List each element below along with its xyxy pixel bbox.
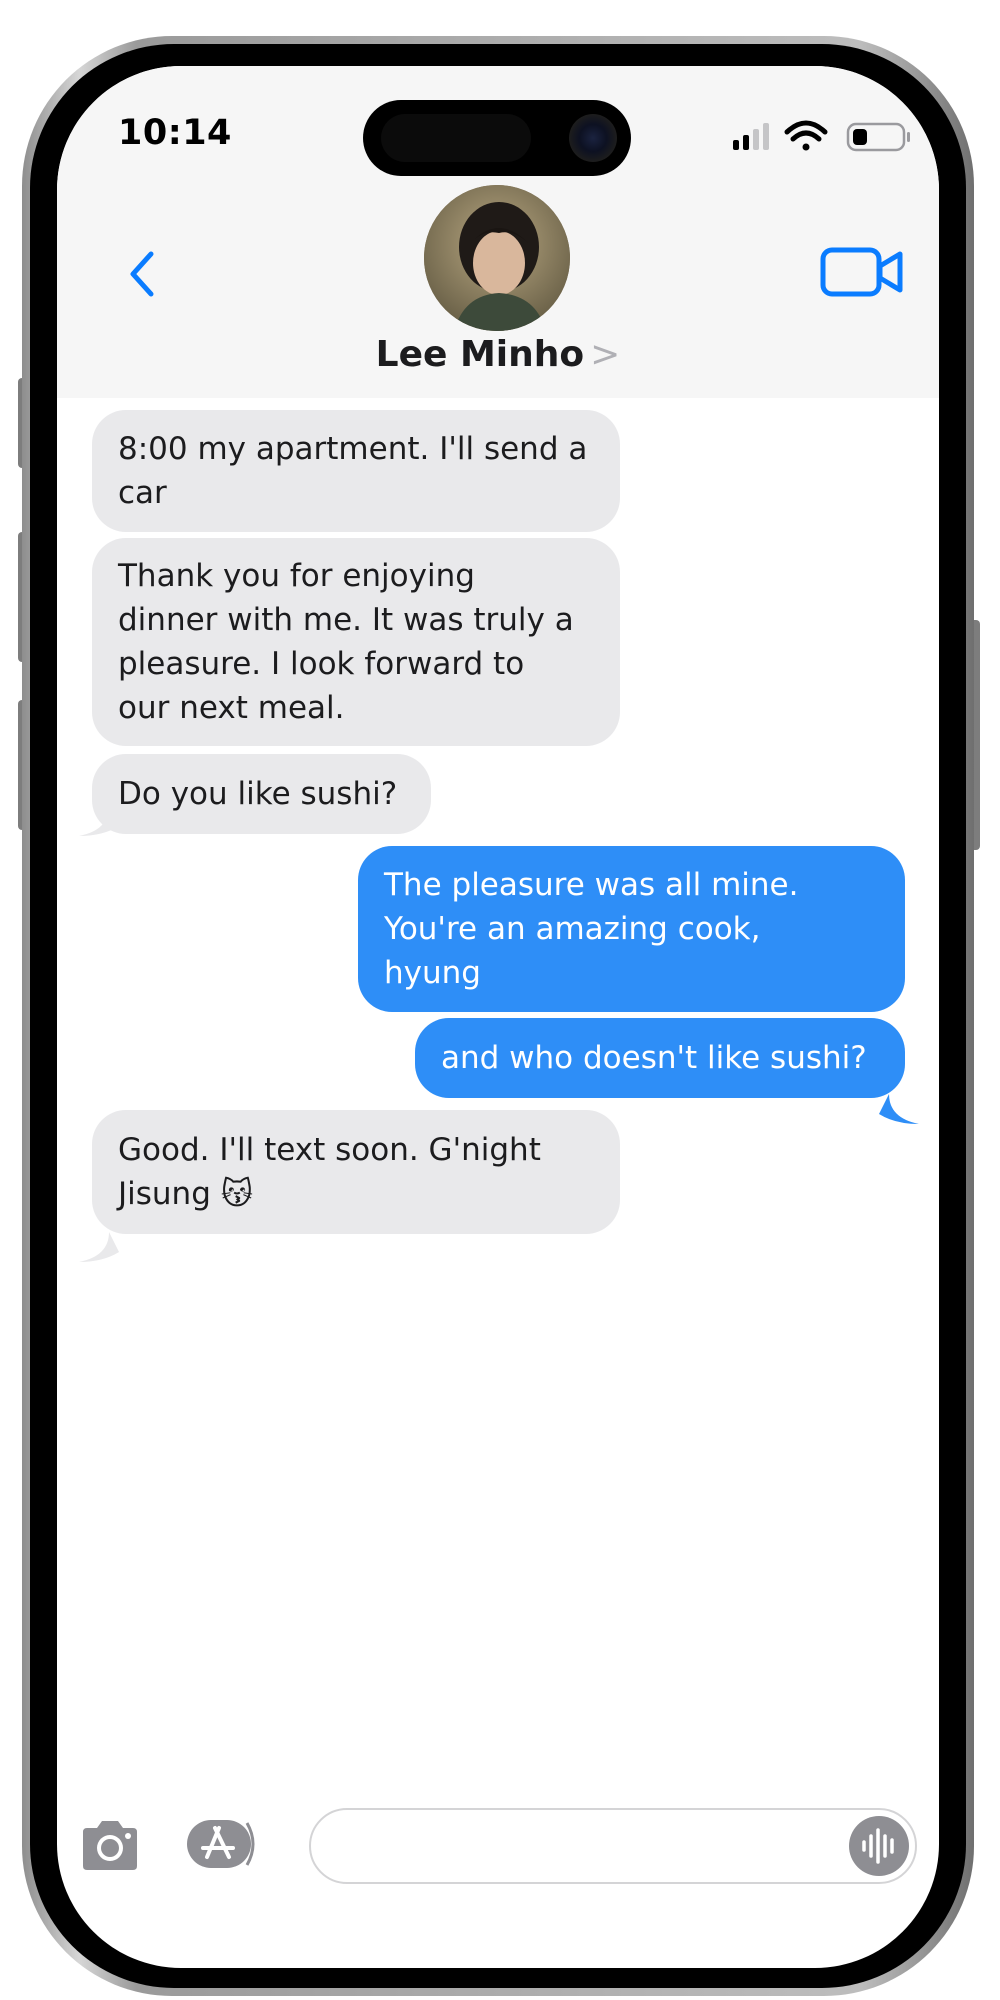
status-time: 10:14 bbox=[118, 113, 232, 153]
message-line: Do you like sushi? bbox=[118, 776, 398, 812]
island-sensor bbox=[381, 114, 531, 162]
contact-name: Lee Minho bbox=[375, 334, 585, 375]
cellular-signal-icon bbox=[733, 123, 769, 150]
contact-name-button[interactable]: Lee Minho > bbox=[57, 334, 939, 375]
dynamic-island bbox=[363, 100, 631, 176]
message-line: Thank you for enjoying bbox=[118, 558, 475, 594]
message-line: car bbox=[118, 475, 167, 511]
message-bubble-outgoing[interactable]: and who doesn't like sushi? bbox=[415, 1018, 905, 1098]
message-line: pleasure. I look forward to bbox=[118, 646, 525, 682]
message-text: and who doesn't like sushi? bbox=[441, 1036, 867, 1080]
battery-icon bbox=[846, 122, 910, 152]
back-chevron-icon[interactable] bbox=[117, 244, 169, 304]
message-input[interactable] bbox=[309, 1808, 917, 1884]
message-text: Good. I'll text soon. G'night Jisung 😽 bbox=[118, 1128, 541, 1216]
message-bubble-incoming[interactable]: Do you like sushi? bbox=[92, 754, 431, 834]
contact-avatar[interactable] bbox=[424, 185, 570, 331]
message-line: our next meal. bbox=[118, 690, 345, 726]
phone-screen: 10:14 Lee Minho > 8:00 my apartment. I'l… bbox=[57, 66, 939, 1968]
chevron-right-icon: > bbox=[590, 334, 621, 375]
wifi-icon bbox=[784, 120, 828, 151]
message-line: 8:00 my apartment. I'll send a bbox=[118, 431, 588, 467]
status-icons bbox=[673, 116, 933, 156]
front-camera bbox=[569, 114, 617, 162]
bubble-tail bbox=[879, 1094, 919, 1124]
message-line: Jisung 😽 bbox=[118, 1176, 254, 1212]
app-store-icon[interactable] bbox=[185, 1817, 261, 1871]
message-bubble-incoming[interactable]: 8:00 my apartment. I'll send a car bbox=[92, 410, 620, 532]
message-line: and who doesn't like sushi? bbox=[441, 1040, 867, 1076]
camera-icon[interactable] bbox=[77, 1816, 143, 1876]
message-line: The pleasure was all mine. bbox=[384, 867, 799, 903]
bubble-tail bbox=[79, 1232, 119, 1262]
message-line: dinner with me. It was truly a bbox=[118, 602, 574, 638]
message-line: You're an amazing cook, bbox=[384, 911, 761, 947]
video-call-icon[interactable] bbox=[820, 242, 906, 302]
waveform-icon[interactable] bbox=[849, 1816, 909, 1876]
message-bubble-incoming[interactable]: Thank you for enjoying dinner with me. I… bbox=[92, 538, 620, 746]
message-text: 8:00 my apartment. I'll send a car bbox=[118, 427, 587, 515]
message-line: Good. I'll text soon. G'night bbox=[118, 1132, 541, 1168]
message-text: Thank you for enjoying dinner with me. I… bbox=[118, 554, 574, 730]
message-line: hyung bbox=[384, 955, 481, 991]
message-text: The pleasure was all mine. You're an ama… bbox=[384, 863, 798, 995]
message-text: Do you like sushi? bbox=[118, 772, 397, 816]
message-bubble-incoming[interactable]: Good. I'll text soon. G'night Jisung 😽 bbox=[92, 1110, 620, 1234]
message-bubble-outgoing[interactable]: The pleasure was all mine. You're an ama… bbox=[358, 846, 905, 1012]
